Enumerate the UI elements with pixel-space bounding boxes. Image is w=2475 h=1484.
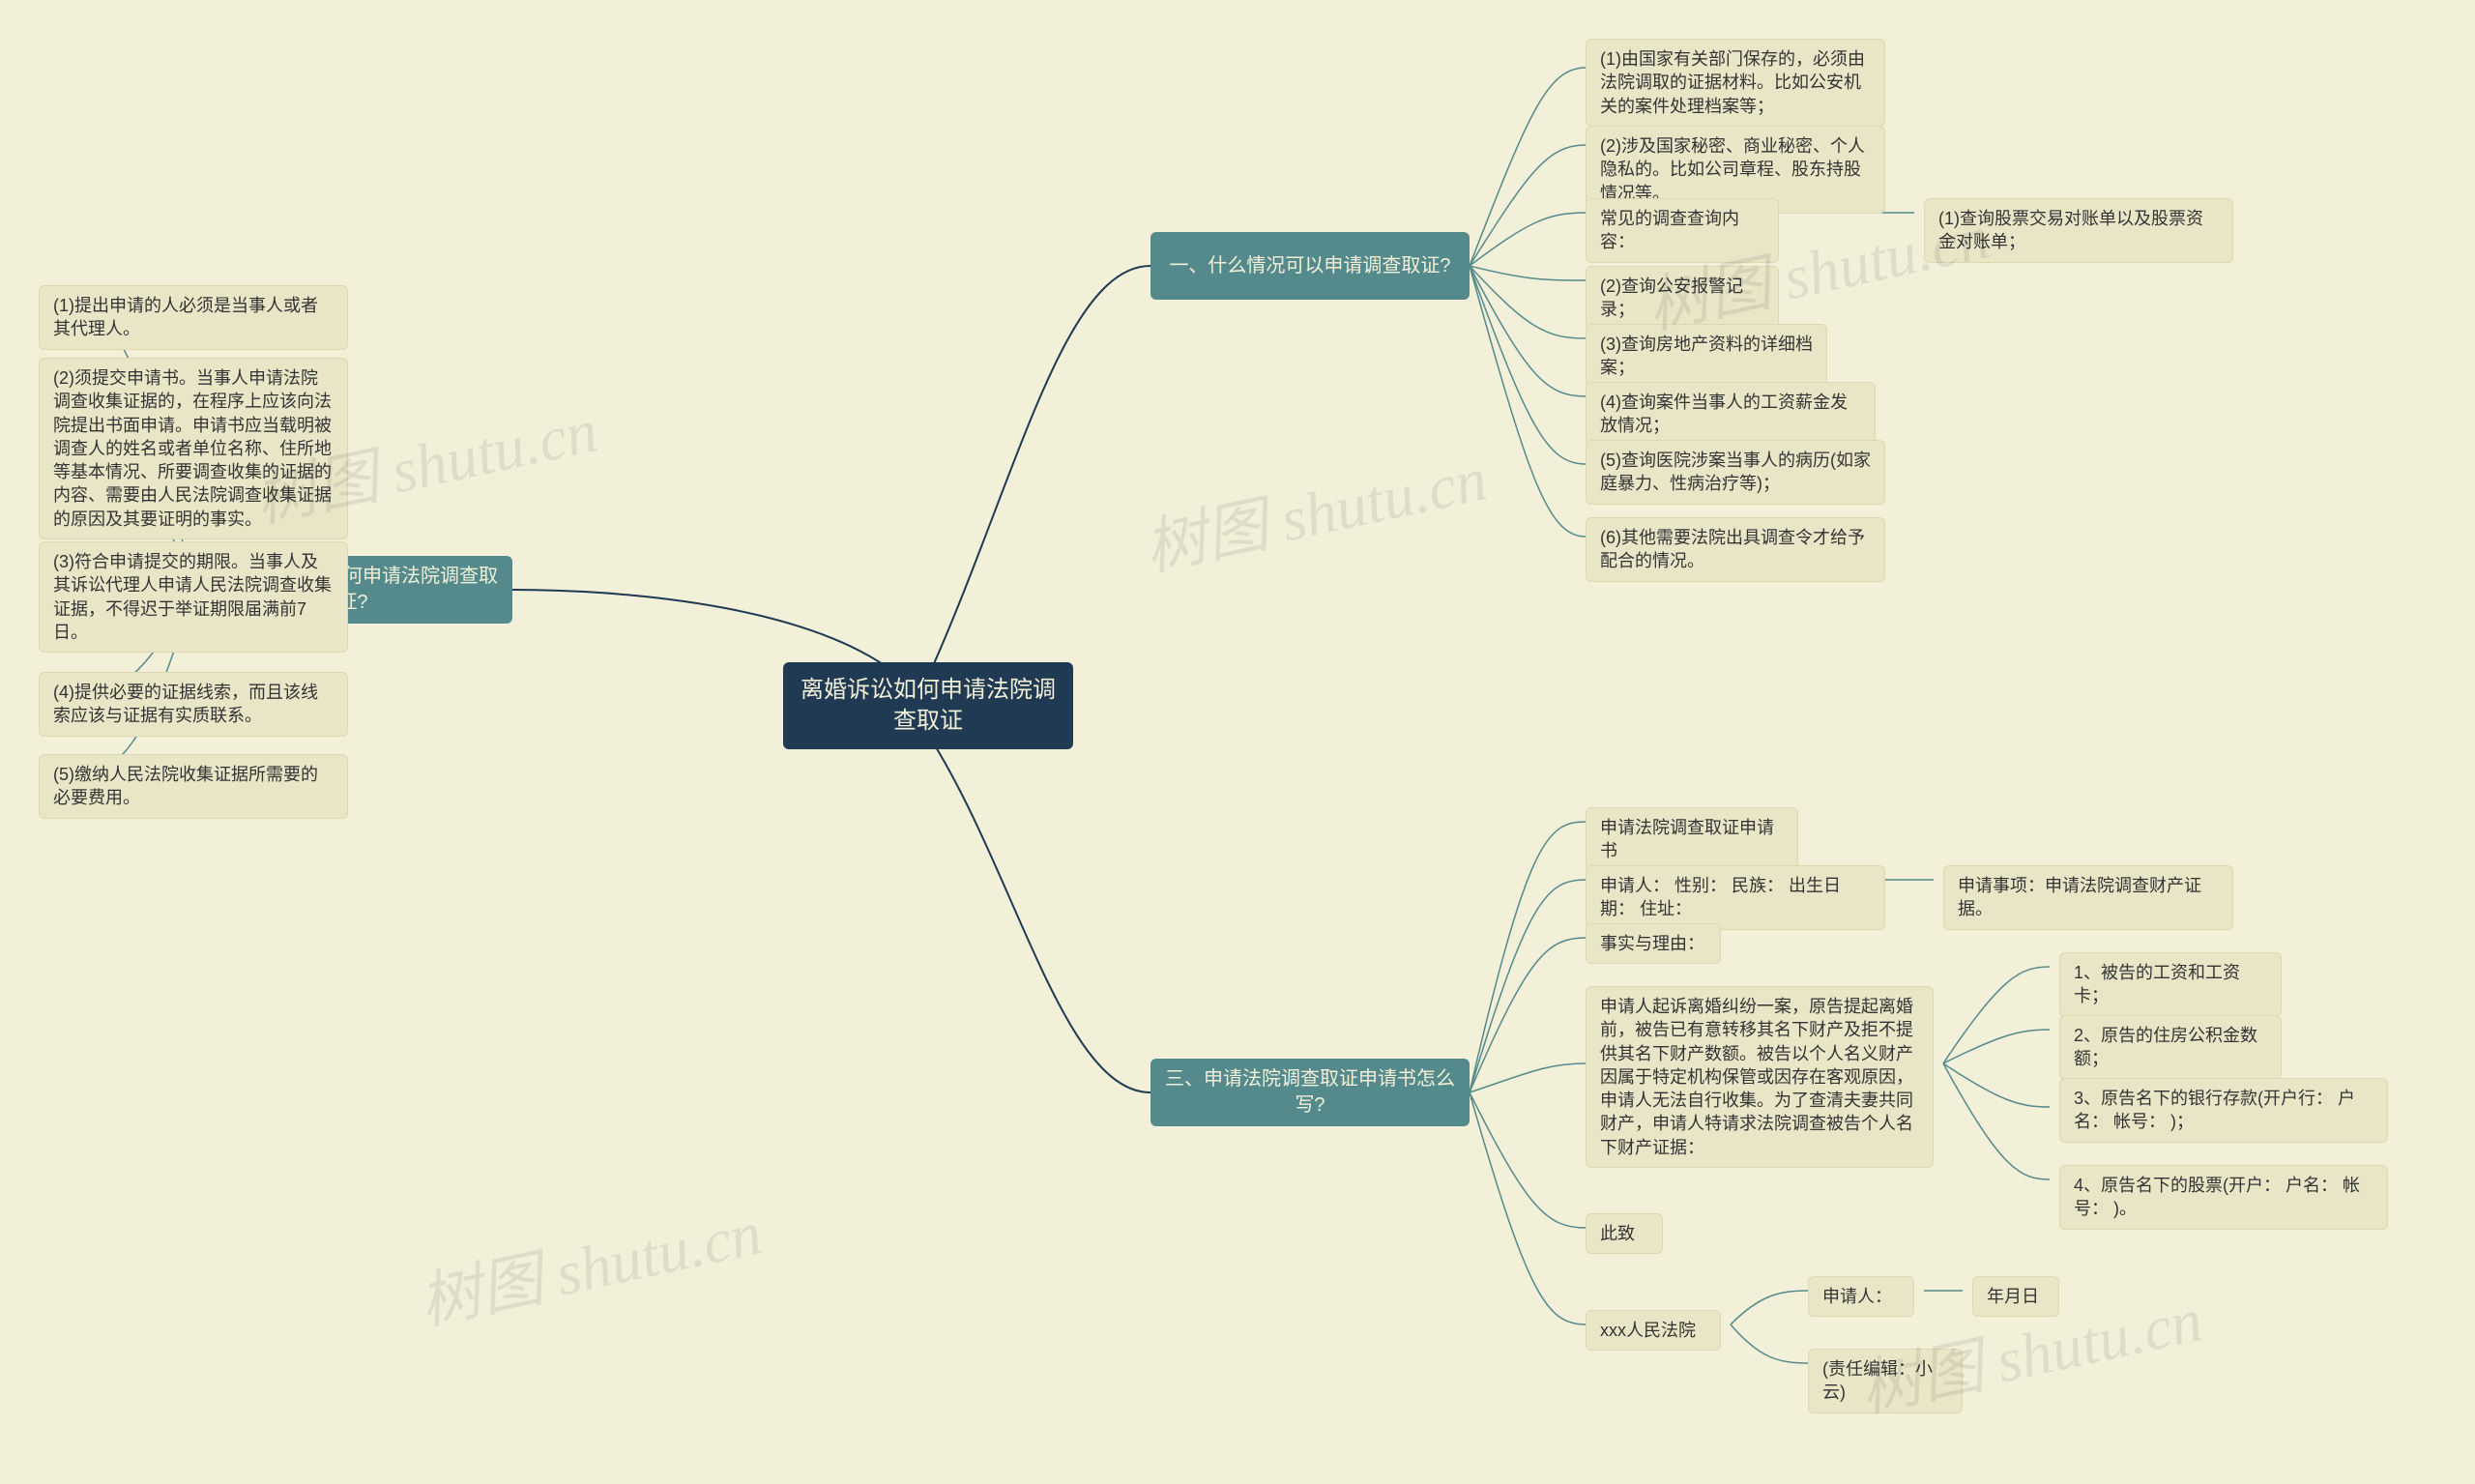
b3-leaf-4-s4[interactable]: 4、原告名下的股票(开户： 户名： 帐号： )。 [2059,1165,2388,1230]
b3-leaf-1[interactable]: 申请法院调查取证申请书 [1586,807,1798,872]
b1-leaf-8[interactable]: (6)其他需要法院出具调查令才给予配合的情况。 [1586,517,1885,582]
b3-leaf-6-s2[interactable]: (责任编辑：小云) [1808,1349,1963,1413]
branch-1-label: 一、什么情况可以申请调查取证? [1169,253,1450,279]
b3-leaf-4[interactable]: 申请人起诉离婚纠纷一案，原告提起离婚前，被告已有意转移其名下财产及拒不提供其名下… [1586,986,1934,1168]
b3-leaf-5[interactable]: 此致 [1586,1213,1663,1254]
b1-leaf-4[interactable]: (2)查询公安报警记录； [1586,266,1779,331]
b3-leaf-3[interactable]: 事实与理由： [1586,923,1721,964]
b2-leaf-4[interactable]: (4)提供必要的证据线索，而且该线索应该与证据有实质联系。 [39,672,348,737]
b3-leaf-2-sub[interactable]: 申请事项：申请法院调查财产证据。 [1943,865,2233,930]
b1-leaf-6[interactable]: (4)查询案件当事人的工资薪金发放情况； [1586,382,1876,447]
b1-leaf-7[interactable]: (5)查询医院涉案当事人的病历(如家庭暴力、性病治疗等)； [1586,440,1885,505]
root-node[interactable]: 离婚诉讼如何申请法院调 查取证 [783,662,1073,749]
b1-leaf-1[interactable]: (1)由国家有关部门保存的，必须由法院调取的证据材料。比如公安机关的案件处理档案… [1586,39,1885,127]
b3-leaf-6-s1[interactable]: 申请人： [1808,1276,1914,1317]
watermark: 树图 shutu.cn [410,1183,768,1343]
b3-leaf-4-s1[interactable]: 1、被告的工资和工资卡； [2059,952,2282,1017]
b3-leaf-6[interactable]: xxx人民法院 [1586,1310,1721,1351]
b1-leaf-3-sub[interactable]: (1)查询股票交易对账单以及股票资金对账单； [1924,198,2233,263]
b3-leaf-2[interactable]: 申请人： 性别： 民族： 出生日期： 住址： [1586,865,1885,930]
b2-leaf-1[interactable]: (1)提出申请的人必须是当事人或者其代理人。 [39,285,348,350]
b3-leaf-4-s2[interactable]: 2、原告的住房公积金数额； [2059,1015,2282,1080]
watermark: 树图 shutu.cn [1135,429,1493,589]
b3-leaf-4-s3[interactable]: 3、原告名下的银行存款(开户行： 户名： 帐号： )； [2059,1078,2388,1143]
b2-leaf-5[interactable]: (5)缴纳人民法院收集证据所需要的必要费用。 [39,754,348,819]
branch-3-label: 三、申请法院调查取证申请书怎么 写? [1164,1066,1456,1119]
b1-leaf-5[interactable]: (3)查询房地产资料的详细档案； [1586,324,1827,389]
root-label: 离婚诉讼如何申请法院调 查取证 [797,675,1060,738]
b3-leaf-6-s1s[interactable]: 年月日 [1972,1276,2059,1317]
b1-leaf-3[interactable]: 常见的调查查询内容： [1586,198,1779,263]
mindmap-canvas: 离婚诉讼如何申请法院调 查取证 一、什么情况可以申请调查取证? 二、离婚诉讼如何… [0,0,2475,1484]
b2-leaf-2[interactable]: (2)须提交申请书。当事人申请法院调查收集证据的，在程序上应该向法院提出书面申请… [39,358,348,539]
branch-1[interactable]: 一、什么情况可以申请调查取证? [1150,232,1470,300]
branch-3[interactable]: 三、申请法院调查取证申请书怎么 写? [1150,1059,1470,1126]
b2-leaf-3[interactable]: (3)符合申请提交的期限。当事人及其诉讼代理人申请人民法院调查收集证据，不得迟于… [39,541,348,653]
